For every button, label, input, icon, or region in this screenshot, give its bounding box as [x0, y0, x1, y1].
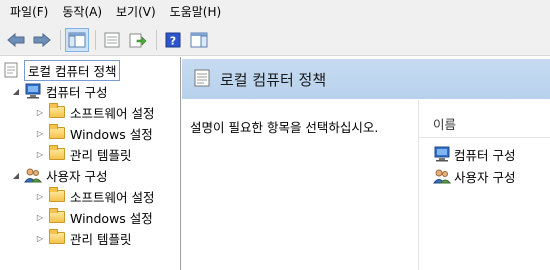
- properties-icon: [104, 32, 120, 47]
- expand-icon[interactable]: ▷: [34, 127, 46, 139]
- export-button[interactable]: [126, 28, 150, 52]
- toolbar-separator: [95, 29, 96, 50]
- tree-label: 소프트웨어 설정: [70, 189, 155, 205]
- collapse-icon[interactable]: ◢: [10, 169, 22, 181]
- detail-header: 로컬 컴퓨터 정책: [182, 59, 550, 99]
- tree-item-user-config[interactable]: ◢ 사용자 구성: [10, 165, 107, 185]
- back-icon: [7, 32, 25, 47]
- show-action-pane-icon: [190, 32, 208, 47]
- toolbar: ?: [0, 24, 550, 56]
- list-item-user-config[interactable]: 사용자 구성: [433, 166, 515, 186]
- back-button[interactable]: [4, 28, 28, 52]
- expand-icon[interactable]: ▷: [34, 148, 46, 160]
- column-header-name[interactable]: 이름: [419, 110, 550, 138]
- help-button[interactable]: ?: [161, 28, 185, 52]
- show-tree-button[interactable]: [65, 27, 89, 52]
- policy-document-icon: [2, 62, 20, 78]
- folder-icon: [48, 124, 66, 141]
- tree-item-computer-admin-templates[interactable]: ▷ 관리 템플릿: [34, 144, 131, 164]
- tree-item-user-windows[interactable]: ▷ Windows 설정: [34, 207, 153, 227]
- tree-label: 컴퓨터 구성: [46, 84, 108, 100]
- tree-label: 사용자 구성: [46, 168, 108, 184]
- forward-icon: [33, 32, 51, 47]
- tree-label: 관리 템플릿: [70, 147, 132, 163]
- detail-description: 설명이 필요한 항목을 선택하십시오.: [190, 120, 379, 135]
- detail-list: 이름 컴퓨터 구성 사용자 구성: [418, 100, 550, 270]
- list-item-label: 컴퓨터 구성: [454, 147, 516, 163]
- tree-label: Windows 설정: [70, 126, 153, 142]
- users-icon: [433, 168, 451, 184]
- show-tree-icon: [68, 32, 86, 47]
- toolbar-separator: [60, 29, 61, 50]
- forward-button[interactable]: [30, 28, 54, 52]
- expand-icon[interactable]: ▷: [34, 232, 46, 244]
- users-icon: [24, 167, 42, 183]
- computer-icon: [433, 146, 451, 162]
- folder-icon: [48, 229, 66, 246]
- folder-icon: [48, 208, 66, 225]
- tree-root-label: 로컬 컴퓨터 정책: [24, 59, 121, 81]
- expand-icon[interactable]: ▷: [34, 211, 46, 223]
- tree-item-computer-windows[interactable]: ▷ Windows 설정: [34, 123, 153, 143]
- tree-label: Windows 설정: [70, 210, 153, 226]
- policy-document-icon: [194, 69, 210, 90]
- expand-icon[interactable]: ▷: [34, 106, 46, 118]
- menu-bar: 파일(F) 동작(A) 보기(V) 도움말(H): [0, 0, 550, 24]
- detail-title: 로컬 컴퓨터 정책: [220, 70, 327, 89]
- menu-view[interactable]: 보기(V): [112, 0, 166, 24]
- menu-action[interactable]: 동작(A): [58, 0, 112, 24]
- properties-button[interactable]: [100, 28, 124, 52]
- menu-help[interactable]: 도움말(H): [166, 0, 232, 24]
- folder-icon: [48, 187, 66, 204]
- list-item-label: 사용자 구성: [454, 169, 516, 185]
- folder-icon: [48, 103, 66, 120]
- svg-text:?: ?: [170, 34, 176, 47]
- tree-label: 소프트웨어 설정: [70, 105, 155, 121]
- show-action-pane-button[interactable]: [187, 28, 211, 52]
- tree-item-computer-config[interactable]: ◢ 컴퓨터 구성: [10, 81, 107, 101]
- computer-icon: [24, 83, 42, 99]
- help-icon: ?: [165, 32, 181, 47]
- folder-icon: [48, 145, 66, 162]
- tree-item-user-software[interactable]: ▷ 소프트웨어 설정: [34, 186, 154, 206]
- tree-item-computer-software[interactable]: ▷ 소프트웨어 설정: [34, 102, 154, 122]
- toolbar-separator: [156, 29, 157, 50]
- tree-item-user-admin-templates[interactable]: ▷ 관리 템플릿: [34, 228, 131, 248]
- menu-file[interactable]: 파일(F): [6, 0, 58, 24]
- tree-root[interactable]: 로컬 컴퓨터 정책: [2, 59, 121, 81]
- collapse-icon[interactable]: ◢: [10, 85, 22, 97]
- tree-label: 관리 템플릿: [70, 231, 132, 247]
- tree-pane: 로컬 컴퓨터 정책 ◢ 컴퓨터 구성 ▷ 소프트웨어 설정 ▷ Windows …: [0, 57, 181, 270]
- detail-pane: 로컬 컴퓨터 정책 설명이 필요한 항목을 선택하십시오. 이름 컴퓨터 구성 …: [182, 57, 550, 270]
- list-item-computer-config[interactable]: 컴퓨터 구성: [433, 144, 515, 164]
- export-icon: [129, 33, 147, 47]
- expand-icon[interactable]: ▷: [34, 190, 46, 202]
